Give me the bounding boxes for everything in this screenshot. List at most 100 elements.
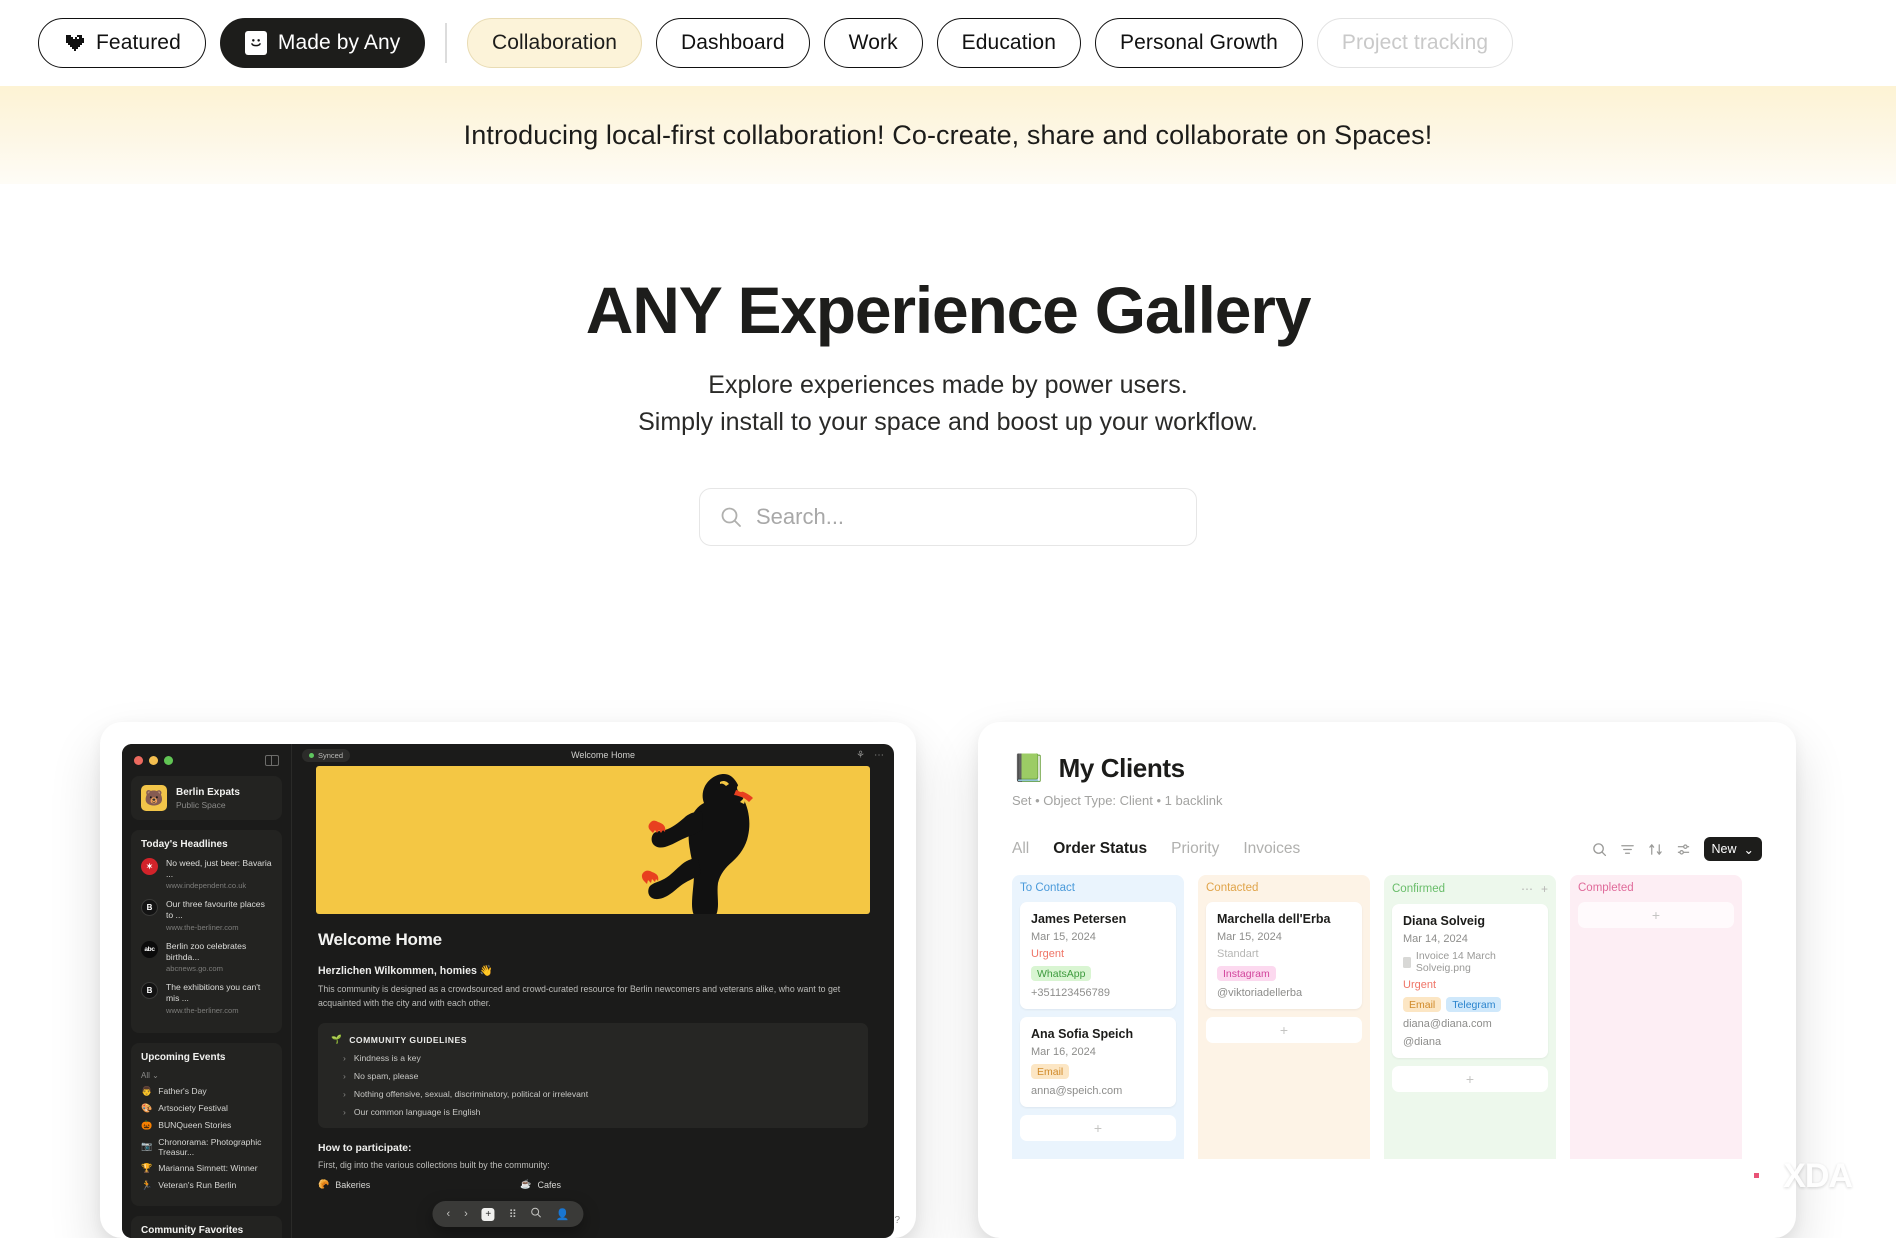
kanban-column-completed: Completed + [1570, 875, 1742, 1159]
collection-link[interactable]: ☕ Cafes [520, 1179, 561, 1190]
new-button[interactable]: New ⌄ [1703, 837, 1762, 861]
chip-education[interactable]: Education [936, 18, 1081, 68]
close-button[interactable] [134, 756, 143, 765]
floating-toolbar[interactable]: ‹ › + ⠿ 👤 [432, 1201, 584, 1227]
list-item[interactable]: B The exhibitions you can't mis ... www.… [141, 982, 272, 1015]
collection-link[interactable]: 🥐 Bakeries [318, 1179, 370, 1190]
event-label: Chronorama: Photographic Treasur... [158, 1136, 262, 1157]
filter-icon[interactable] [1620, 842, 1635, 857]
add-card-button[interactable]: + [1020, 1115, 1176, 1141]
guideline-text: Nothing offensive, sexual, discriminator… [353, 1089, 589, 1100]
list-item[interactable]: 📷 Chronorama: Photographic Treasur... [141, 1137, 272, 1157]
space-card[interactable]: 🐻 Berlin Expats Public Space [131, 776, 282, 820]
preview-card-welcome-home[interactable]: 🐻 Berlin Expats Public Space Today's Hea… [100, 722, 916, 1238]
view-tabs: All Order Status Priority Invoices New ⌄ [1012, 837, 1796, 861]
pixel-heart-icon [63, 33, 85, 53]
chip-label: Work [848, 31, 898, 54]
xda-logo-icon [1747, 1162, 1777, 1192]
list-item[interactable]: 🏃 Veteran's Run Berlin [141, 1180, 272, 1191]
tab-priority[interactable]: Priority [1171, 840, 1219, 858]
event-emoji: 🎃 [141, 1119, 153, 1130]
chip-label: Project tracking [1341, 31, 1489, 54]
tab-order-status[interactable]: Order Status [1053, 840, 1147, 858]
list-item: › No spam, please [331, 1071, 855, 1081]
chip-label: Featured [96, 31, 181, 54]
kanban-card[interactable]: Ana Sofia Speich Mar 16, 2024 Email anna… [1020, 1017, 1176, 1107]
channel-tag: Email [1403, 997, 1442, 1012]
list-item[interactable]: abc Berlin zoo celebrates birthda... abc… [141, 940, 272, 973]
news-url: www.the-berliner.com [166, 1005, 239, 1015]
search-input[interactable] [756, 503, 1176, 530]
chip-dashboard[interactable]: Dashboard [656, 18, 810, 68]
search-box[interactable] [699, 487, 1197, 546]
list-item[interactable]: 🎃 BUNQueen Stories [141, 1120, 272, 1131]
chip-work[interactable]: Work [823, 18, 923, 68]
events-block: Upcoming Events All ⌄ 👨 Father's Day 🎨 Art… [131, 1042, 282, 1206]
set-meta: Set • Object Type: Client • 1 backlink [1012, 793, 1223, 808]
news-title: Berlin zoo celebrates birthda... [166, 940, 247, 962]
chip-made-by-any[interactable]: Made by Any [219, 18, 426, 68]
kanban-card[interactable]: Marchella dell'Erba Mar 15, 2024 Standar… [1206, 902, 1362, 1009]
chip-label: Education [961, 31, 1056, 54]
status-badge: Urgent [1031, 948, 1065, 960]
add-icon[interactable]: + [481, 1207, 495, 1221]
list-item[interactable]: B Our three favourite places to ... www.… [141, 899, 272, 932]
kanban-card[interactable]: Diana Solveig Mar 14, 2024 Invoice 14 Ma… [1392, 904, 1548, 1058]
announcement-banner[interactable]: Introducing local-first collaboration! C… [0, 86, 1896, 184]
collection-label: Bakeries [335, 1179, 371, 1190]
list-item[interactable]: 🎨 Artsociety Festival [141, 1103, 272, 1114]
settings-sliders-icon[interactable] [1676, 842, 1691, 857]
add-card-button[interactable]: + [1206, 1017, 1362, 1043]
search-icon[interactable] [1592, 842, 1607, 857]
client-name: James Petersen [1031, 912, 1127, 926]
my-clients-view: 📗 My Clients Set • Object Type: Client •… [978, 722, 1796, 1238]
set-title: My Clients [1058, 752, 1185, 783]
chip-personal-growth[interactable]: Personal Growth [1094, 18, 1303, 68]
tab-invoices[interactable]: Invoices [1243, 840, 1300, 858]
list-item[interactable]: 🏆 Marianna Simnett: Winner [141, 1163, 272, 1174]
preview-card-my-clients[interactable]: 📗 My Clients Set • Object Type: Client •… [978, 722, 1796, 1238]
client-contact: @viktoriadellerba [1217, 987, 1303, 999]
back-arrow-icon[interactable]: ‹ [446, 1208, 450, 1220]
client-name: Ana Sofia Speich [1031, 1027, 1134, 1041]
ellipsis-icon[interactable]: ⋯ [874, 750, 884, 761]
add-card-button[interactable]: + [1392, 1066, 1548, 1092]
event-label: Marianna Simnett: Winner [158, 1163, 258, 1174]
sort-icon[interactable] [1648, 842, 1663, 857]
toggle-sidebar-icon[interactable] [265, 755, 279, 766]
sync-status-badge[interactable]: Synced [302, 748, 351, 762]
search-icon[interactable] [531, 1207, 542, 1221]
ellipsis-icon[interactable]: ⋯ [1521, 882, 1533, 896]
chip-collaboration[interactable]: Collaboration [466, 18, 643, 68]
kanban-card[interactable]: James Petersen Mar 15, 2024 Urgent Whats… [1020, 902, 1176, 1009]
collection-label: Cafes [537, 1179, 561, 1190]
apps-grid-icon[interactable]: ⠿ [509, 1208, 517, 1221]
column-title: Completed [1578, 882, 1634, 894]
page-title: ANY Experience Gallery [585, 273, 1312, 347]
client-name: Marchella dell'Erba [1217, 912, 1331, 926]
window-controls[interactable] [131, 752, 282, 776]
zoom-button[interactable] [164, 756, 173, 765]
add-card-button[interactable]: + [1578, 902, 1734, 928]
client-name: Diana Solveig [1403, 914, 1485, 928]
forward-arrow-icon[interactable]: › [464, 1208, 468, 1220]
chip-featured[interactable]: Featured [38, 18, 206, 68]
headlines-block: Today's Headlines ✶ No weed, just beer: … [131, 830, 282, 1033]
share-icon[interactable]: ⚘ [856, 750, 865, 761]
chip-project-tracking[interactable]: Project tracking [1316, 18, 1514, 68]
chevron-right-icon: › [343, 1053, 346, 1064]
column-title: Contacted [1206, 882, 1259, 894]
events-filter[interactable]: All ⌄ [141, 1071, 272, 1080]
list-item[interactable]: ✶ No weed, just beer: Bavaria ... www.in… [141, 858, 272, 890]
minimize-button[interactable] [149, 756, 158, 765]
avatar-icon[interactable]: 👤 [556, 1208, 570, 1221]
kanban-column-to-contact: To Contact James Petersen Mar 15, 2024 U… [1012, 875, 1184, 1159]
client-date: Mar 16, 2024 [1031, 1046, 1096, 1058]
howto-text: First, dig into the various collections … [318, 1160, 550, 1171]
client-contact: +351123456789 [1031, 987, 1111, 999]
tab-all[interactable]: All [1012, 840, 1029, 858]
plus-icon[interactable]: + [1541, 882, 1548, 896]
document-tab-title: Welcome Home [571, 750, 635, 760]
sync-dot-icon [309, 752, 314, 758]
list-item[interactable]: 👨 Father's Day [141, 1086, 272, 1097]
